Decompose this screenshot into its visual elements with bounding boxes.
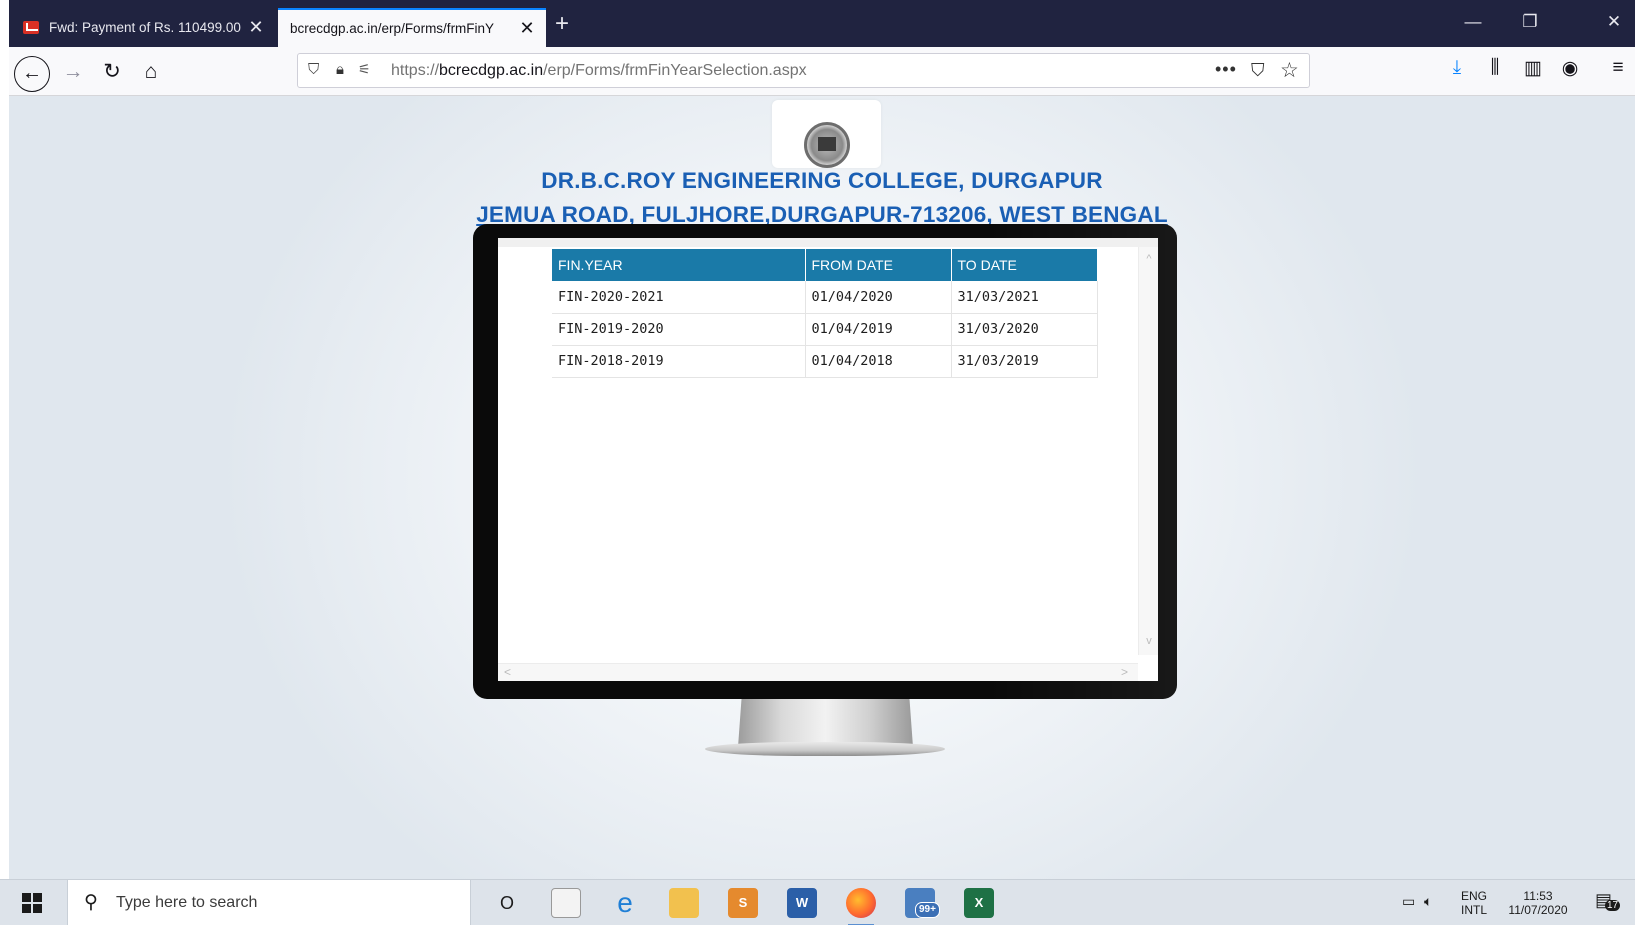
notifications-icon[interactable]: ▤ 17 bbox=[1595, 890, 1621, 911]
library-icon[interactable]: ⫼ bbox=[1481, 57, 1509, 79]
cell-fin-year[interactable]: FIN-2018-2019 bbox=[552, 345, 806, 378]
back-button[interactable]: ← bbox=[14, 56, 50, 92]
column-header-to-date: TO DATE bbox=[951, 249, 1098, 281]
browser-tab-bar: Fwd: Payment of Rs. 110499.00 ✕ bcrecdgp… bbox=[0, 0, 1635, 47]
tab-erp[interactable]: bcrecdgp.ac.in/erp/Forms/frmFinY ✕ bbox=[278, 8, 546, 47]
pocket-icon[interactable]: ⛉ bbox=[1251, 60, 1265, 81]
table-row[interactable]: FIN-2020-2021 01/04/2020 31/03/2021 bbox=[552, 281, 1098, 314]
page-content: DR.B.C.ROY ENGINEERING COLLEGE, DURGAPUR… bbox=[9, 96, 1635, 879]
presentation-app-icon[interactable]: S bbox=[728, 888, 758, 918]
close-window-button[interactable]: ✕ bbox=[1599, 12, 1629, 32]
browser-nav-bar: ← → ↻ ⌂ ⛉ 🔒︎ ⚟ https://bcrecdgp.ac.in/er… bbox=[0, 47, 1635, 96]
table-row[interactable]: FIN-2018-2019 01/04/2018 31/03/2019 bbox=[552, 345, 1098, 378]
monitor-stand bbox=[738, 699, 913, 747]
taskbar-search-box[interactable]: ⚲ Type here to search bbox=[67, 880, 471, 925]
tab-close-icon[interactable]: ✕ bbox=[516, 18, 538, 39]
college-name: DR.B.C.ROY ENGINEERING COLLEGE, DURGAPUR bbox=[541, 168, 1103, 193]
firefox-icon[interactable] bbox=[846, 888, 876, 925]
notification-count: 17 bbox=[1605, 900, 1621, 911]
monitor-screen: FIN.YEAR FROM DATE TO DATE FIN-2020-2021… bbox=[498, 238, 1158, 681]
menu-icon[interactable]: ≡ bbox=[1604, 57, 1632, 79]
cell-fin-year[interactable]: FIN-2020-2021 bbox=[552, 281, 806, 314]
file-explorer-icon[interactable] bbox=[669, 888, 699, 918]
excel-app-icon[interactable]: X bbox=[964, 888, 994, 918]
cell-to-date: 31/03/2020 bbox=[951, 313, 1098, 346]
scroll-up-arrow[interactable]: ^ bbox=[1139, 253, 1159, 265]
column-header-from-date: FROM DATE bbox=[805, 249, 952, 281]
monitor-base bbox=[705, 742, 945, 756]
gmail-icon bbox=[23, 21, 39, 34]
bookmark-star-icon[interactable]: ☆ bbox=[1280, 58, 1299, 83]
scroll-left-arrow[interactable]: < bbox=[504, 665, 511, 679]
cell-from-date: 01/04/2020 bbox=[805, 281, 952, 314]
search-placeholder: Type here to search bbox=[116, 894, 258, 911]
address-bar[interactable]: ⛉ 🔒︎ ⚟ https://bcrecdgp.ac.in/erp/Forms/… bbox=[297, 53, 1310, 88]
mail-badge: 99+ bbox=[915, 902, 940, 918]
downloads-icon[interactable]: ⤓ bbox=[1443, 57, 1471, 79]
cell-to-date: 31/03/2021 bbox=[951, 281, 1098, 314]
sidebar-icon[interactable]: ▥ bbox=[1519, 57, 1547, 80]
word-app-icon[interactable]: W bbox=[787, 888, 817, 918]
tab-close-icon[interactable]: ✕ bbox=[245, 17, 267, 38]
forward-button[interactable]: → bbox=[58, 57, 88, 87]
tracking-protection-icon[interactable]: ⛉ bbox=[308, 61, 324, 79]
cortana-icon[interactable]: O bbox=[492, 888, 522, 918]
college-logo bbox=[772, 100, 881, 168]
restore-button[interactable]: ❐ bbox=[1515, 12, 1545, 32]
column-header-fin-year: FIN.YEAR bbox=[552, 249, 806, 281]
screen-root: Fwd: Payment of Rs. 110499.00 ✕ bcrecdgp… bbox=[0, 0, 1635, 925]
url-text[interactable]: https://bcrecdgp.ac.in/erp/Forms/frmFinY… bbox=[391, 62, 807, 80]
permissions-icon[interactable]: ⚟ bbox=[358, 61, 371, 78]
fin-year-table: FIN.YEAR FROM DATE TO DATE FIN-2020-2021… bbox=[552, 249, 1098, 378]
minimize-button[interactable]: — bbox=[1458, 12, 1488, 32]
mail-app-icon[interactable]: 99+ bbox=[905, 888, 940, 918]
cell-fin-year[interactable]: FIN-2019-2020 bbox=[552, 313, 806, 346]
cell-from-date: 01/04/2018 bbox=[805, 345, 952, 378]
home-button[interactable]: ⌂ bbox=[136, 57, 166, 87]
tab-title: bcrecdgp.ac.in/erp/Forms/frmFinY bbox=[290, 21, 495, 36]
horizontal-scrollbar[interactable]: < > bbox=[498, 663, 1138, 681]
table-row[interactable]: FIN-2019-2020 01/04/2019 31/03/2020 bbox=[552, 313, 1098, 346]
scroll-right-arrow[interactable]: > bbox=[1121, 665, 1128, 679]
windows-start-icon[interactable] bbox=[22, 893, 42, 913]
input-language[interactable]: ENG INTL bbox=[1461, 889, 1487, 917]
college-seal-icon bbox=[804, 122, 850, 168]
file-viewer-app-icon[interactable] bbox=[551, 888, 581, 918]
cell-to-date: 31/03/2019 bbox=[951, 345, 1098, 378]
vertical-scrollbar[interactable]: ^ v bbox=[1138, 247, 1158, 655]
edge-browser-icon[interactable]: e bbox=[610, 888, 640, 918]
account-icon[interactable]: ◉ bbox=[1556, 57, 1584, 80]
tab-gmail[interactable]: Fwd: Payment of Rs. 110499.00 ✕ bbox=[9, 8, 275, 47]
new-tab-button[interactable]: + bbox=[555, 12, 569, 36]
windows-taskbar: ⚲ Type here to search O e S W 99+ X ▭ 🔈︎… bbox=[0, 879, 1635, 925]
page-actions-icon[interactable]: ••• bbox=[1215, 59, 1237, 80]
cell-from-date: 01/04/2019 bbox=[805, 313, 952, 346]
scroll-down-arrow[interactable]: v bbox=[1139, 635, 1159, 647]
search-icon: ⚲ bbox=[84, 892, 98, 913]
reload-button[interactable]: ↻ bbox=[97, 57, 127, 87]
lock-icon[interactable]: 🔒︎ bbox=[336, 61, 344, 78]
table-header-row: FIN.YEAR FROM DATE TO DATE bbox=[552, 249, 1098, 281]
clock[interactable]: 11:53 11/07/2020 bbox=[1503, 889, 1573, 917]
network-icon[interactable]: ▭ bbox=[1402, 893, 1415, 910]
tab-title: Fwd: Payment of Rs. 110499.00 bbox=[49, 20, 241, 35]
volume-icon[interactable]: 🔈︎ bbox=[1424, 893, 1432, 910]
